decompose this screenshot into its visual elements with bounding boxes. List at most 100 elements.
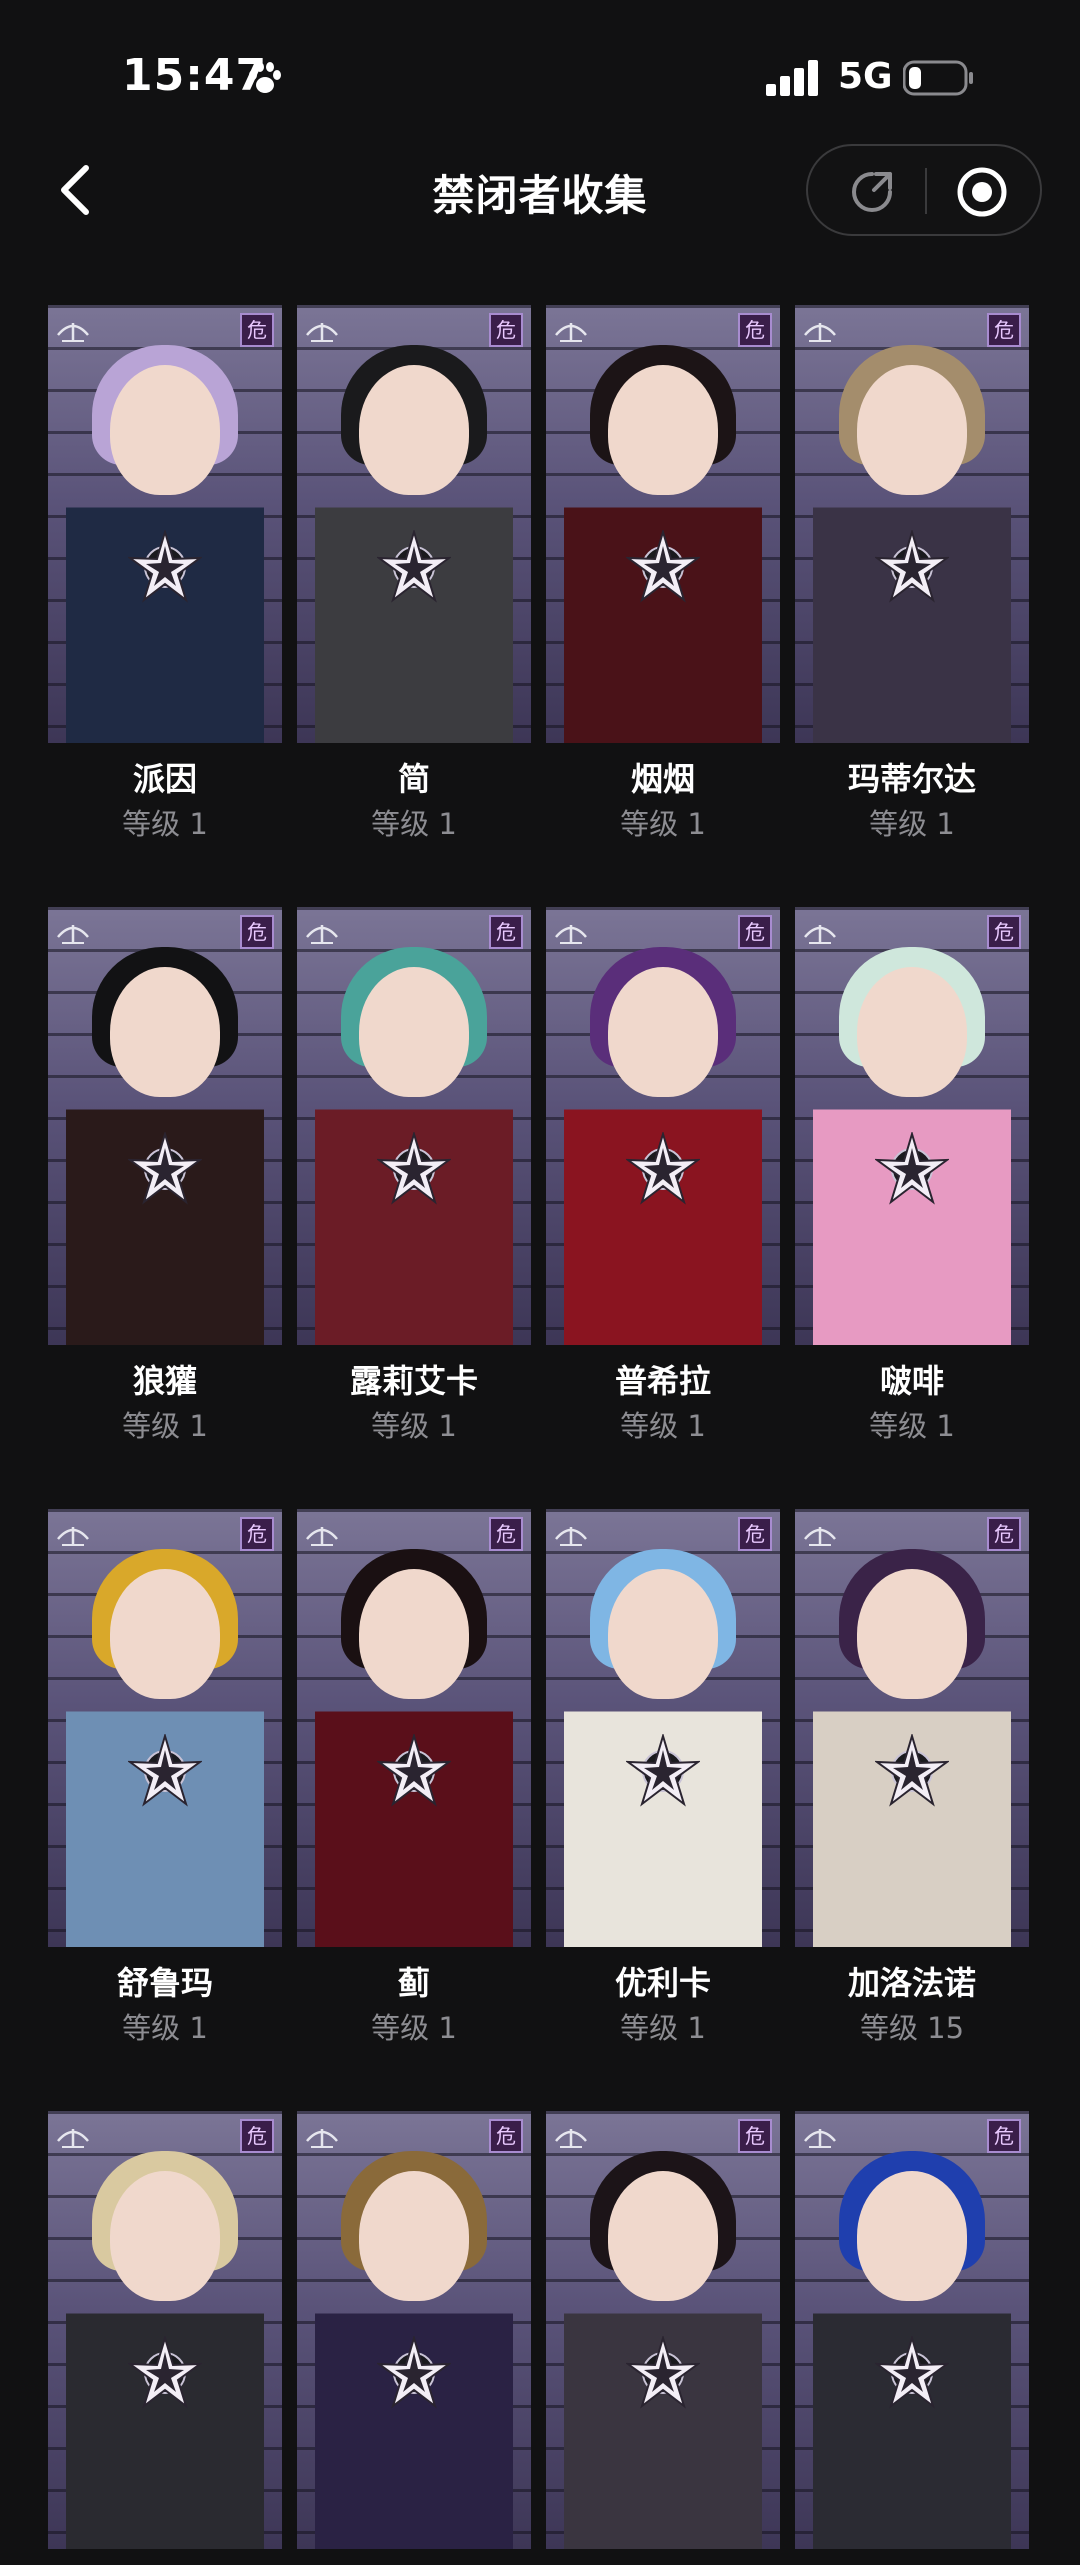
character-card[interactable]: 危狼獾 等级 1 xyxy=(48,907,282,1443)
weapon-class-icon xyxy=(306,2129,338,2148)
character-card[interactable]: 危 xyxy=(546,2111,780,2565)
character-portrait: 危 xyxy=(546,1509,780,1947)
character-level: 等级 1 xyxy=(122,1409,208,1443)
character-portrait: 危 xyxy=(297,1509,531,1947)
weapon-class-icon xyxy=(57,1527,89,1546)
character-face xyxy=(359,967,469,1097)
character-portrait: 危 xyxy=(795,1509,1029,1947)
character-name: 派因 xyxy=(132,760,197,798)
weapon-class-icon xyxy=(555,1527,587,1546)
character-level: 等级 1 xyxy=(620,1409,706,1443)
danger-tag-icon: 危 xyxy=(489,1517,523,1551)
character-card[interactable]: 危优利卡 等级 1 xyxy=(546,1509,780,2045)
character-portrait: 危 xyxy=(297,2111,531,2549)
character-face xyxy=(110,1569,220,1699)
danger-tag-icon: 危 xyxy=(489,2119,523,2153)
weapon-class-icon xyxy=(804,925,836,944)
character-name: 啵啡 xyxy=(879,1362,944,1400)
character-face xyxy=(857,365,967,495)
character-card[interactable]: 危 xyxy=(48,2111,282,2565)
star-badge-icon xyxy=(128,1734,202,1807)
character-portrait: 危 xyxy=(795,907,1029,1345)
danger-tag-icon: 危 xyxy=(738,2119,772,2153)
character-card[interactable]: 危啵啡等级 1 xyxy=(795,907,1029,1443)
danger-tag-icon: 危 xyxy=(240,313,274,347)
character-level: 等级 1 xyxy=(869,1409,955,1443)
weapon-class-icon xyxy=(57,2129,89,2148)
character-name: 加洛法诺 xyxy=(847,1964,976,2002)
star-badge-icon xyxy=(377,530,451,603)
danger-tag-icon: 危 xyxy=(987,2119,1021,2153)
character-card[interactable]: 危露莉艾卡 等级 1 xyxy=(297,907,531,1443)
star-badge-icon xyxy=(875,1734,949,1807)
character-name: 舒鲁玛 xyxy=(116,1964,213,2002)
weapon-class-icon xyxy=(555,2129,587,2148)
character-name: 普希拉 xyxy=(614,1362,711,1400)
weapon-class-icon xyxy=(555,925,587,944)
character-face xyxy=(359,365,469,495)
character-face xyxy=(857,2171,967,2301)
character-card[interactable]: 危玛蒂尔达等级 1 xyxy=(795,305,1029,841)
character-face xyxy=(110,365,220,495)
character-card[interactable]: 危加洛法诺等级 15 xyxy=(795,1509,1029,2045)
weapon-class-icon xyxy=(306,925,338,944)
danger-tag-icon: 危 xyxy=(489,313,523,347)
weapon-class-icon xyxy=(804,2129,836,2148)
character-face xyxy=(110,2171,220,2301)
character-card[interactable]: 危烟烟等级 1 xyxy=(546,305,780,841)
danger-tag-icon: 危 xyxy=(987,915,1021,949)
star-badge-icon xyxy=(128,1132,202,1205)
character-name: 蓟 xyxy=(397,1964,430,2002)
star-badge-icon xyxy=(875,2336,949,2409)
character-face xyxy=(857,1569,967,1699)
character-portrait: 危 xyxy=(48,2111,282,2549)
character-card[interactable]: 危 xyxy=(795,2111,1029,2565)
danger-tag-icon: 危 xyxy=(738,313,772,347)
character-portrait: 危 xyxy=(297,907,531,1345)
character-name: 玛蒂尔达 xyxy=(847,760,976,798)
character-face xyxy=(608,1569,718,1699)
character-card[interactable]: 危舒鲁玛 等级 1 xyxy=(48,1509,282,2045)
character-name: 简 xyxy=(397,760,430,798)
character-face xyxy=(110,967,220,1097)
danger-tag-icon: 危 xyxy=(240,2119,274,2153)
star-badge-icon xyxy=(875,530,949,603)
danger-tag-icon: 危 xyxy=(738,915,772,949)
character-card[interactable]: 危 xyxy=(297,2111,531,2565)
character-face xyxy=(857,967,967,1097)
character-level: 等级 1 xyxy=(869,807,955,841)
character-level: 等级 1 xyxy=(122,2011,208,2045)
character-portrait: 危 xyxy=(546,2111,780,2549)
character-face xyxy=(608,967,718,1097)
character-card[interactable]: 危简等级 1 xyxy=(297,305,531,841)
character-name: 烟烟 xyxy=(630,760,695,798)
character-portrait: 危 xyxy=(297,305,531,743)
character-level: 等级 1 xyxy=(371,807,457,841)
character-face xyxy=(359,2171,469,2301)
character-portrait: 危 xyxy=(795,305,1029,743)
danger-tag-icon: 危 xyxy=(987,313,1021,347)
weapon-class-icon xyxy=(804,323,836,342)
character-grid: 危派因 等级 1 危简等级 1 危烟烟 等级 1 危玛蒂尔达 等级 1 危狼獾 等级 1 危露莉艾… xyxy=(0,0,1080,2549)
danger-tag-icon: 危 xyxy=(489,915,523,949)
star-badge-icon xyxy=(626,530,700,603)
danger-tag-icon: 危 xyxy=(987,1517,1021,1551)
weapon-class-icon xyxy=(306,1527,338,1546)
weapon-class-icon xyxy=(57,925,89,944)
character-card[interactable]: 危普希拉等级 1 xyxy=(546,907,780,1443)
weapon-class-icon xyxy=(57,323,89,342)
character-level: 等级 1 xyxy=(620,807,706,841)
character-level: 等级 1 xyxy=(620,2011,706,2045)
character-face xyxy=(608,365,718,495)
character-portrait: 危 xyxy=(48,907,282,1345)
character-portrait: 危 xyxy=(546,907,780,1345)
character-card[interactable]: 危派因 等级 1 xyxy=(48,305,282,841)
star-badge-icon xyxy=(626,2336,700,2409)
star-badge-icon xyxy=(377,1132,451,1205)
weapon-class-icon xyxy=(306,323,338,342)
character-card[interactable]: 危蓟等级 1 xyxy=(297,1509,531,2045)
character-level: 等级 15 xyxy=(859,2011,965,2045)
character-face xyxy=(608,2171,718,2301)
danger-tag-icon: 危 xyxy=(738,1517,772,1551)
star-badge-icon xyxy=(377,1734,451,1807)
